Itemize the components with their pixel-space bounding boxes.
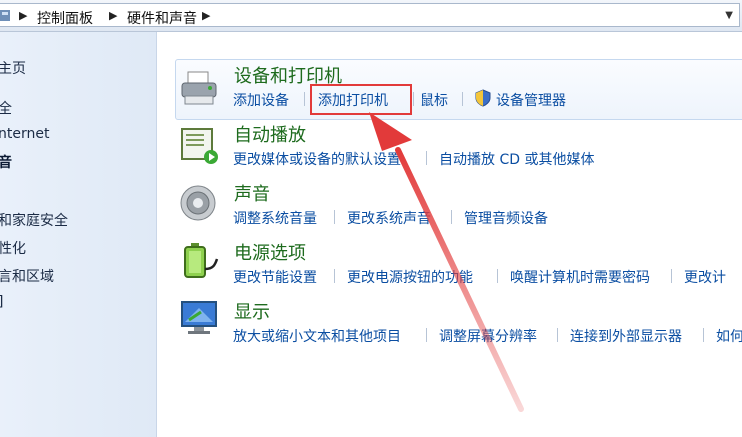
link-change-sounds[interactable]: 更改系统声音 (347, 208, 431, 228)
breadcrumb-chevron-icon[interactable]: ▶ (109, 9, 117, 22)
separator (703, 328, 704, 342)
breadcrumb-chevron-icon[interactable]: ▶ (202, 9, 210, 22)
autoplay-icon (181, 128, 218, 164)
breadcrumb-hardware-sound[interactable]: 硬件和声音 (127, 8, 197, 28)
speaker-icon (180, 185, 216, 221)
link-power-button-function[interactable]: 更改电源按钮的功能 (347, 267, 473, 287)
monitor-icon (181, 301, 217, 334)
link-manage-audio-devices[interactable]: 管理音频设备 (464, 208, 548, 228)
separator (413, 92, 414, 106)
breadcrumb-control-panel[interactable]: 控制面板 (37, 8, 93, 28)
link-autoplay-cd[interactable]: 自动播放 CD 或其他媒体 (439, 149, 594, 169)
link-how-to-partial[interactable]: 如何 (716, 326, 742, 346)
nav-item-region-language[interactable]: 言和区域 (0, 266, 54, 286)
link-change-power-saving[interactable]: 更改节能设置 (233, 267, 317, 287)
separator (426, 151, 427, 165)
separator (557, 328, 558, 342)
link-device-manager[interactable]: 设备管理器 (496, 90, 566, 110)
battery-icon (184, 243, 219, 278)
separator (426, 328, 427, 342)
link-screen-resolution[interactable]: 调整屏幕分辨率 (439, 326, 537, 346)
control-panel-icon (0, 10, 10, 21)
link-change-media-defaults[interactable]: 更改媒体或设备的默认设置 (233, 149, 401, 169)
nav-item-security[interactable]: 全 (0, 98, 12, 118)
separator (671, 269, 672, 283)
link-require-password-wake[interactable]: 唤醒计算机时需要密码 (510, 267, 650, 287)
separator (334, 269, 335, 283)
nav-item-network-internet[interactable]: nternet (0, 126, 49, 142)
separator (462, 92, 463, 106)
separator (334, 210, 335, 224)
left-nav-pane: 主页 全 nternet 音 和家庭安全 性化 言和区域 ] (0, 32, 157, 437)
separator (304, 92, 305, 106)
category-title-autoplay[interactable]: 自动播放 (234, 121, 306, 147)
main-content: 设备和打印机 添加设备 添加打印机 鼠标 设备管理器 自动播放 更改媒体或设备的… (157, 32, 742, 437)
address-bar-region: ▶ 控制面板 ▶ 硬件和声音 ▶ ▼ (0, 0, 742, 32)
link-external-display[interactable]: 连接到外部显示器 (570, 326, 682, 346)
separator (451, 210, 452, 224)
nav-item-home[interactable]: 主页 (0, 58, 26, 78)
category-title-power-options[interactable]: 电源选项 (234, 239, 306, 265)
link-adjust-volume[interactable]: 调整系统音量 (233, 208, 317, 228)
nav-item-personalization[interactable]: 性化 (0, 238, 26, 258)
link-mouse[interactable]: 鼠标 (420, 90, 448, 110)
category-title-display[interactable]: 显示 (234, 298, 270, 324)
nav-item-family-safety[interactable]: 和家庭安全 (0, 210, 68, 230)
breadcrumb-chevron-icon[interactable]: ▶ (19, 9, 27, 22)
address-bar[interactable]: ▶ 控制面板 ▶ 硬件和声音 ▶ ▼ (0, 3, 740, 27)
separator (497, 269, 498, 283)
nav-item-partial[interactable]: ] (0, 294, 3, 310)
highlight-box (310, 84, 412, 115)
link-change-computer-partial[interactable]: 更改计 (684, 267, 726, 287)
nav-item-hardware-sound[interactable]: 音 (0, 152, 12, 172)
category-title-sound[interactable]: 声音 (234, 180, 270, 206)
printer-icon (181, 71, 217, 105)
shield-icon (475, 89, 491, 107)
chevron-down-icon[interactable]: ▼ (725, 10, 733, 21)
link-add-device[interactable]: 添加设备 (233, 90, 289, 110)
link-text-size[interactable]: 放大或缩小文本和其他项目 (233, 326, 401, 346)
